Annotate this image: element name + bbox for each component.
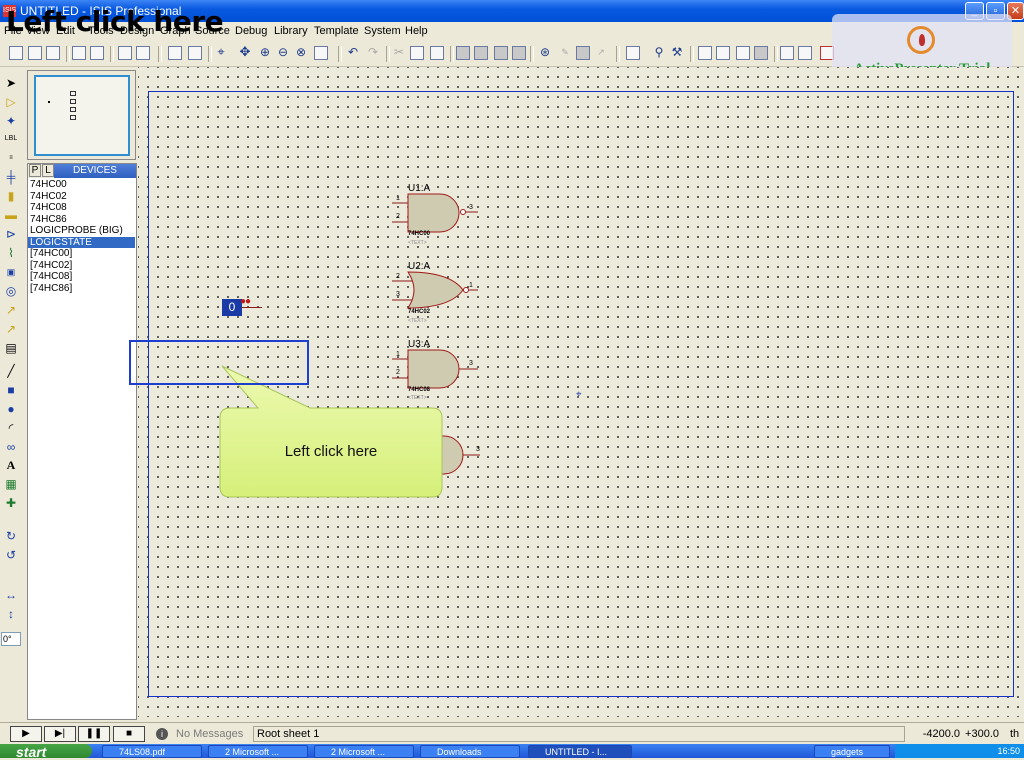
pin-number: 3 <box>396 291 400 298</box>
gate-ref-label: U2:A <box>408 261 431 272</box>
click-target-highlight <box>129 340 309 385</box>
gate-part-label: 74HC08 <box>408 387 431 393</box>
play-button[interactable]: ▶ <box>10 726 42 742</box>
pin-number: 3 <box>469 360 473 367</box>
gate-text-label: <TEXT> <box>408 395 427 401</box>
pin-number: 1 <box>469 282 473 289</box>
pin-number: 1 <box>396 351 400 358</box>
coordinate-unit: th <box>1010 728 1020 740</box>
logicstate-indicator: ●● <box>240 296 251 307</box>
sheet-name-field: Root sheet 1 <box>253 726 905 742</box>
pin-number: 2 <box>396 213 400 220</box>
pin-number: 2 <box>396 369 400 376</box>
stop-button[interactable]: ■ <box>113 726 145 742</box>
taskbar-item-active[interactable]: UNTITLED - I... <box>528 745 632 758</box>
taskbar-item[interactable]: Downloads <box>420 745 520 758</box>
pin-number: 1 <box>396 195 400 202</box>
gate-text-label: <TEXT> <box>408 240 427 246</box>
logicstate-pin-wire <box>242 307 262 308</box>
pause-button[interactable]: ❚❚ <box>78 726 110 742</box>
step-button[interactable]: ▶| <box>44 726 76 742</box>
gate-u1-nand[interactable] <box>392 193 478 233</box>
start-button[interactable]: start <box>0 744 92 760</box>
pin-number: 3 <box>469 204 473 211</box>
taskbar-item[interactable]: 2 Microsoft ... <box>314 745 414 758</box>
system-tray-clock[interactable]: 16:50 <box>895 744 1024 758</box>
callout-text: Left click here <box>284 443 378 460</box>
windows-taskbar: start 74LS08.pdf 2 Microsoft ... 2 Micro… <box>0 744 1024 760</box>
taskbar-item[interactable]: 2 Microsoft ... <box>208 745 308 758</box>
info-icon[interactable]: i <box>156 728 168 740</box>
gate-ref-label: U3:A <box>408 339 431 350</box>
taskbar-item[interactable]: gadgets <box>814 745 890 758</box>
messages-status[interactable]: No Messages <box>176 728 243 740</box>
status-bar: ▶ ▶| ❚❚ ■ i No Messages Root sheet 1 -42… <box>0 722 1024 745</box>
coordinate-y: +300.0 <box>965 728 999 740</box>
pin-number: 2 <box>396 273 400 280</box>
gate-part-label: 74HC00 <box>408 231 431 237</box>
coordinate-x: -4200.0 <box>922 728 960 740</box>
taskbar-item[interactable]: 74LS08.pdf <box>102 745 202 758</box>
pin-number: 3 <box>476 446 480 453</box>
gate-u2-nor[interactable] <box>392 271 478 309</box>
gate-text-label: <TEXT> <box>408 318 427 324</box>
logicstate-component[interactable]: 0 <box>222 299 242 316</box>
gate-part-label: 74HC02 <box>408 309 431 315</box>
gate-ref-label: U1:A <box>408 183 431 194</box>
gate-u3-and[interactable] <box>392 349 478 389</box>
cursor-crosshair-icon: ⌖ <box>576 389 582 400</box>
